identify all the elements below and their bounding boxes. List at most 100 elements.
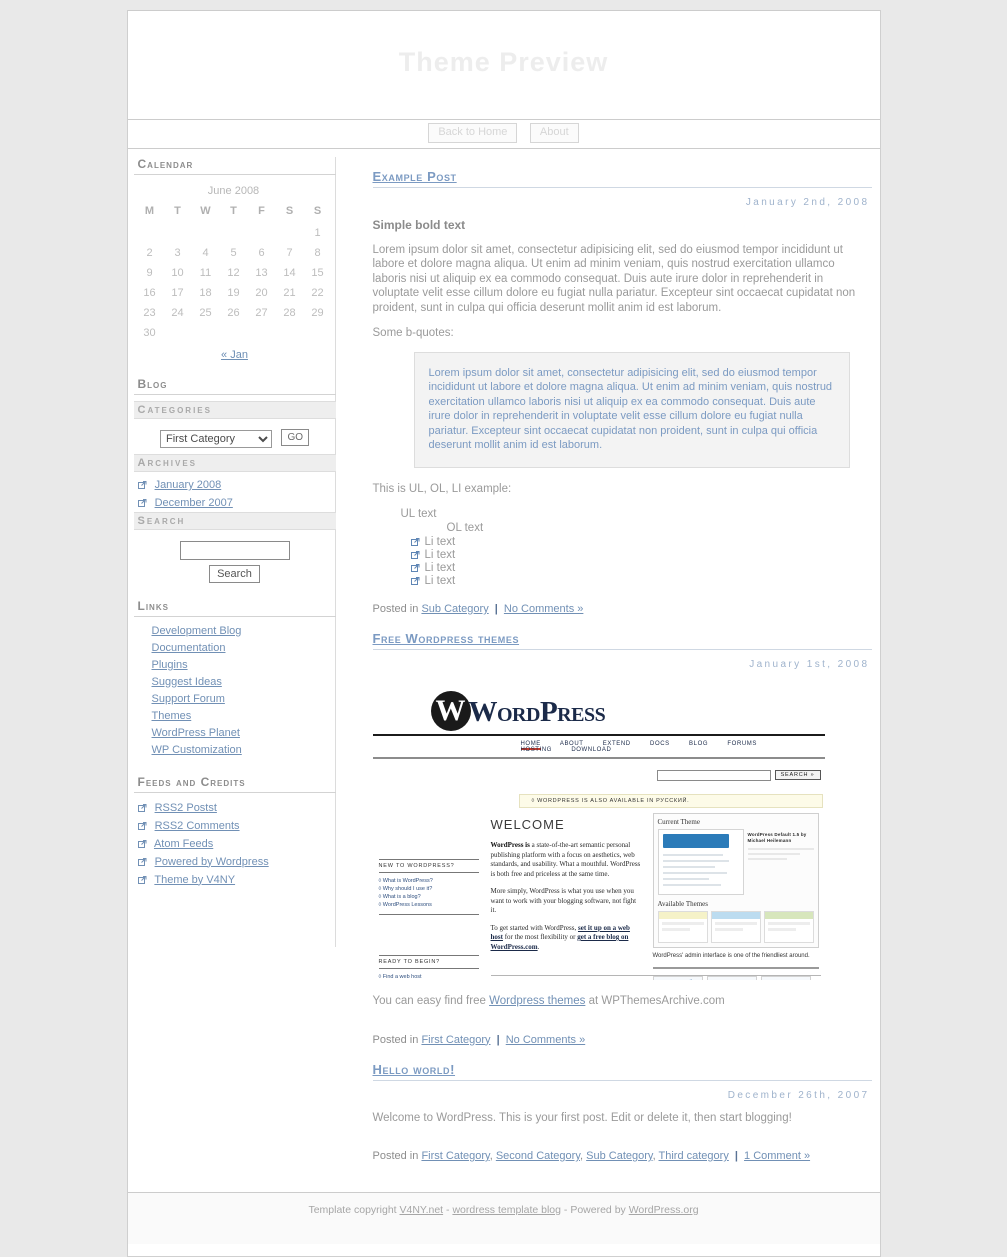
posted-in-label: Posted in: [372, 1033, 419, 1046]
link-development-blog[interactable]: Development Blog: [152, 625, 242, 637]
calendar-week: 16 17 18 19 20 21 22: [136, 283, 332, 303]
wp-panel-title-current-theme: Current Theme: [657, 818, 700, 826]
external-link-icon: [137, 838, 147, 848]
post-meta: Posted in First Category, Second Categor…: [373, 1136, 872, 1166]
post-meta: Posted in Sub Category | No Comments »: [373, 589, 872, 619]
posted-in-label: Posted in: [372, 1150, 419, 1162]
post-category-link[interactable]: Second Category: [496, 1150, 580, 1162]
search-input[interactable]: [179, 540, 290, 560]
post-paragraph: Lorem ipsum dolor sit amet, consectetur …: [372, 243, 856, 314]
calendar-day: 2: [146, 247, 153, 259]
link-suggest-ideas[interactable]: Suggest Ideas: [152, 676, 222, 688]
search-button[interactable]: Search: [209, 564, 260, 583]
calendar-day: 18: [199, 287, 212, 299]
post-category-link[interactable]: Sub Category: [586, 1150, 652, 1162]
calendar-day: 13: [255, 267, 268, 279]
list-item: Documentation: [152, 640, 336, 657]
feeds-list: RSS2 Postst RSS2 Comments Atom Feeds Pow…: [134, 799, 336, 889]
wp-right-column: Current Theme WordPress Default 1.5 by M…: [652, 813, 819, 980]
wp-welcome-heading: WELCOME: [490, 817, 565, 832]
meta-separator: |: [494, 603, 498, 615]
calendar-day: 4: [202, 247, 209, 259]
wp-thumbnail: [652, 976, 703, 980]
external-link-icon: [410, 550, 420, 559]
link-wp-customization[interactable]: WP Customization: [152, 744, 242, 756]
nav-item-about[interactable]: About: [529, 123, 579, 143]
calendar-prev-month-link[interactable]: « Jan: [221, 349, 248, 361]
post-title-link[interactable]: Free Wordpress themes: [373, 631, 520, 646]
list-item: Li text: [410, 536, 872, 549]
nav-item-back-to-home[interactable]: Back to Home: [428, 123, 518, 143]
post-category-link[interactable]: First Category: [421, 1150, 489, 1162]
feed-link-atom[interactable]: Atom Feeds: [154, 838, 213, 850]
page-body: Calendar June 2008 M T W T F S S 1 2 3 4…: [127, 149, 880, 1192]
post-meta: Posted in First Category | No Comments »: [373, 1020, 872, 1050]
external-link-icon: [137, 874, 147, 884]
list-item: WordPress Planet: [152, 725, 336, 742]
wp-right-divider: [652, 967, 819, 969]
calendar-day: 15: [311, 267, 324, 279]
footer-link-wordpress-org[interactable]: WordPress.org: [629, 1204, 699, 1216]
archive-link[interactable]: January 2008: [155, 479, 222, 491]
external-link-icon: [137, 856, 147, 866]
post-comments-link[interactable]: No Comments »: [506, 1034, 585, 1046]
feed-link-powered-by-wordpress[interactable]: Powered by Wordpress: [155, 856, 269, 868]
archive-link[interactable]: December 2007: [155, 497, 233, 509]
site-title: Theme Preview: [398, 47, 609, 77]
category-go-button[interactable]: GO: [281, 429, 309, 447]
calendar-day: 6: [258, 247, 265, 259]
post-category-link[interactable]: Sub Category: [421, 603, 488, 615]
calendar-day: [276, 323, 304, 343]
post-comments-link[interactable]: 1 Comment »: [744, 1150, 810, 1162]
widget-categories-title: Categories: [133, 401, 336, 419]
post-title-link[interactable]: Example Post: [373, 169, 457, 184]
calendar-day: 14: [283, 267, 296, 279]
calendar-day: 24: [171, 307, 184, 319]
wp-search-input: [656, 769, 771, 781]
post-title-link[interactable]: Hello world!: [373, 1062, 456, 1077]
archives-list: January 2008 December 2007: [134, 476, 336, 512]
footer-link-template-blog[interactable]: wordress template blog: [452, 1204, 561, 1216]
li-text: Li text: [424, 575, 456, 587]
post-comments-link[interactable]: No Comments »: [504, 603, 583, 615]
wp-p3-suffix: .: [537, 942, 540, 951]
calendar-day: 26: [227, 307, 240, 319]
calendar-day: 21: [283, 287, 296, 299]
link-wordpress-planet[interactable]: WordPress Planet: [152, 727, 240, 739]
list-item: UL text OL text Li text Li text Li text …: [401, 507, 872, 589]
wp-nav-hosting: HOSTING: [520, 747, 553, 753]
wordpress-themes-link[interactable]: Wordpress themes: [489, 995, 585, 1007]
post-category-link[interactable]: Third category: [659, 1150, 729, 1162]
wp-left-divider: [378, 914, 479, 915]
post-date: January 1st, 2008: [749, 659, 870, 670]
feed-link-rss2-posts[interactable]: RSS2 Postst: [155, 802, 217, 814]
link-themes[interactable]: Themes: [152, 710, 192, 722]
wp-left-item: ◊ WordPress Lessons: [378, 902, 432, 908]
feed-link-theme-by-v4ny[interactable]: Theme by V4NY: [154, 874, 235, 886]
calendar-day: [192, 223, 220, 243]
footer-link-v4ny[interactable]: V4NY.net: [400, 1204, 444, 1216]
post-category-link[interactable]: First Category: [421, 1034, 490, 1046]
wp-left-item: ◊ What is a blog?: [378, 894, 421, 900]
widget-calendar: Calendar June 2008 M T W T F S S 1 2 3 4…: [133, 157, 336, 361]
list-item: Theme by V4NY: [137, 871, 336, 889]
link-documentation[interactable]: Documentation: [152, 642, 226, 654]
link-plugins[interactable]: Plugins: [152, 659, 188, 671]
feed-link-rss2-comments[interactable]: RSS2 Comments: [155, 820, 240, 832]
widget-blog-title: Blog: [133, 377, 336, 395]
calendar-day: [248, 323, 276, 343]
widget-links: Links Development Blog Documentation Plu…: [133, 599, 336, 759]
meta-separator: |: [496, 1033, 500, 1046]
category-select[interactable]: First Category Second Category Sub Categ…: [159, 430, 272, 448]
list-item: December 2007: [137, 494, 336, 512]
list-item: Development Blog: [152, 623, 336, 640]
post-example-post: Example Post January 2nd, 2008 Simple bo…: [372, 169, 872, 619]
link-support-forum[interactable]: Support Forum: [152, 693, 225, 705]
calendar-week: 9 10 11 12 13 14 15: [136, 263, 332, 283]
calendar-day: [164, 223, 192, 243]
wp-theme-thumbnail: [657, 829, 744, 895]
list-item: Li text: [410, 575, 872, 588]
calendar-weekday: T: [230, 205, 237, 217]
posted-in-label: Posted in: [372, 603, 419, 615]
comma: ,: [580, 1150, 584, 1162]
